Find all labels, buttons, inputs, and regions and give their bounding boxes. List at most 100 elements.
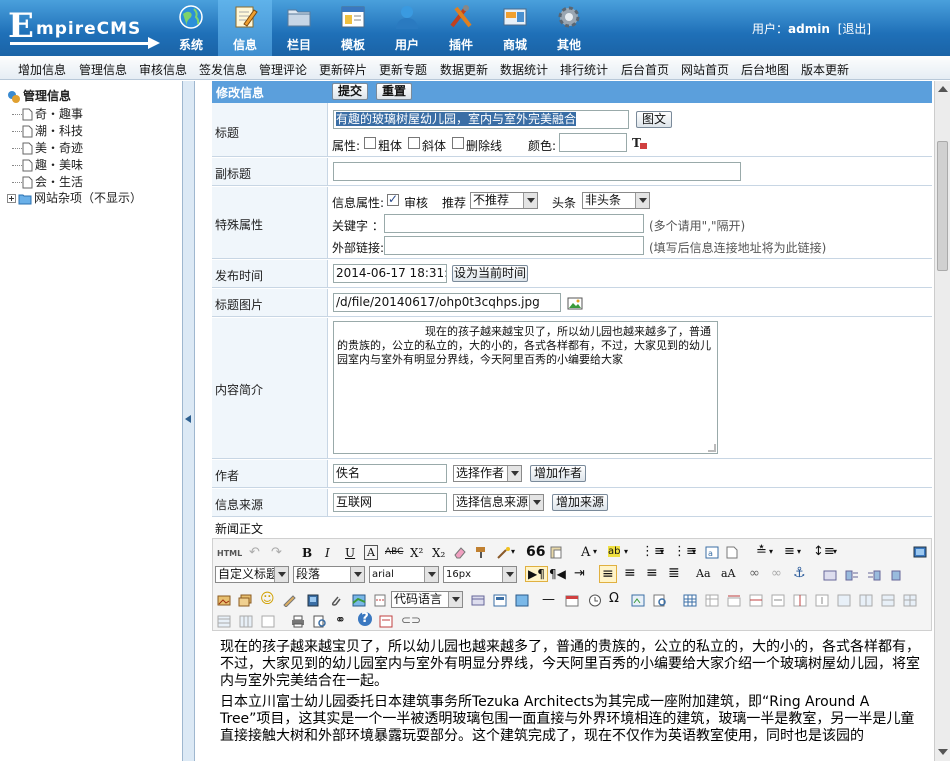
audit-checkbox[interactable] xyxy=(387,192,399,206)
tree-root[interactable]: 管理信息 xyxy=(7,87,71,104)
indent-icon[interactable]: ⇥ xyxy=(574,566,585,581)
font-color-icon[interactable]: A xyxy=(581,545,590,560)
pubtime-input[interactable]: 2014-06-17 18:31:04 xyxy=(333,264,447,283)
print-icon[interactable] xyxy=(291,615,305,628)
tree-item[interactable]: 美・奇迹 xyxy=(12,139,83,156)
submenu-rank-stats[interactable]: 排行统计 xyxy=(560,61,608,78)
strikethrough-icon[interactable]: ABC xyxy=(385,547,403,557)
multi-image-icon[interactable] xyxy=(238,594,252,607)
external-link-input[interactable] xyxy=(384,236,644,255)
source-select[interactable]: 选择信息来源 xyxy=(453,494,544,511)
delete-table-icon[interactable] xyxy=(705,594,719,607)
nav-other[interactable]: 其他 xyxy=(542,0,596,56)
draft-icon[interactable] xyxy=(379,615,393,628)
auto-format-icon[interactable] xyxy=(497,546,511,559)
empirecms-logo[interactable]: E mpireCMS xyxy=(6,6,162,50)
attachment-icon[interactable] xyxy=(329,594,343,607)
insert-col-icon[interactable] xyxy=(793,594,807,607)
custom-heading-select[interactable]: 自定义标题 xyxy=(215,566,289,583)
word-image-icon[interactable] xyxy=(631,594,645,607)
select-image-icon[interactable] xyxy=(567,295,583,311)
scroll-thumb[interactable] xyxy=(937,141,948,271)
split-rows-icon[interactable] xyxy=(217,615,231,628)
link-chain-icon[interactable]: ⊂⊃ xyxy=(401,613,421,627)
font-family-select[interactable]: arial xyxy=(369,566,439,583)
time-icon[interactable] xyxy=(588,594,602,607)
expand-plus-icon[interactable] xyxy=(7,194,16,203)
fullscreen-icon[interactable] xyxy=(913,546,927,559)
merge-down-icon[interactable] xyxy=(881,594,895,607)
bold-checkbox[interactable] xyxy=(364,137,376,149)
merge-cells-icon[interactable] xyxy=(837,594,851,607)
insert-video-icon[interactable] xyxy=(306,594,320,607)
image-left-icon[interactable] xyxy=(845,569,859,582)
delete-row-icon[interactable] xyxy=(771,594,785,607)
keyword-input[interactable] xyxy=(384,214,644,233)
image-center-icon[interactable] xyxy=(889,569,903,582)
line-height-icon[interactable]: ↕≡ xyxy=(813,544,835,559)
split-cells-icon[interactable] xyxy=(903,594,917,607)
nav-plugin[interactable]: 插件 xyxy=(434,0,488,56)
submenu-add-info[interactable]: 增加信息 xyxy=(18,61,66,78)
merge-right-icon[interactable] xyxy=(859,594,873,607)
submenu-update-fragment[interactable]: 更新碎片 xyxy=(319,61,367,78)
search-replace-icon[interactable] xyxy=(653,594,667,607)
horizontal-rule-icon[interactable]: — xyxy=(542,592,555,607)
special-char-icon[interactable]: Ω xyxy=(609,591,619,606)
uppercase-icon[interactable]: Aa xyxy=(696,567,711,580)
chevron-down-icon[interactable]: ▾ xyxy=(593,547,597,556)
insert-paragraph-before-table-icon[interactable] xyxy=(727,594,741,607)
tree-item-misc[interactable]: 网站杂项（不显示） xyxy=(7,189,142,206)
nav-user[interactable]: 用户 xyxy=(380,0,434,56)
date-icon[interactable] xyxy=(565,594,579,607)
panel-splitter[interactable] xyxy=(183,81,195,761)
preview-icon[interactable] xyxy=(313,615,327,628)
insert-image-icon[interactable] xyxy=(217,594,231,607)
color-input[interactable] xyxy=(559,133,627,152)
tree-item[interactable]: 会・生活 xyxy=(12,173,83,190)
subscript-icon[interactable]: X₂ xyxy=(432,546,445,560)
submenu-data-stats[interactable]: 数据统计 xyxy=(500,61,548,78)
eraser-icon[interactable] xyxy=(453,546,467,559)
blockquote-icon[interactable]: 66 xyxy=(526,544,545,560)
unlink-icon[interactable]: ∞ xyxy=(771,566,782,581)
scroll-down-arrow-icon[interactable] xyxy=(938,749,948,755)
resize-handle[interactable] xyxy=(708,444,716,452)
author-input[interactable]: 佚名 xyxy=(333,464,447,483)
editor-content[interactable]: 现在的孩子越来越宝贝了，所以幼儿园也越来越多了，普通的贵族的，公立的私立的，大的… xyxy=(212,631,932,761)
nav-shop[interactable]: 商城 xyxy=(488,0,542,56)
row-spacing-top-icon[interactable]: ≛ xyxy=(756,544,767,559)
chevron-down-icon[interactable]: ▾ xyxy=(624,547,628,556)
superscript-icon[interactable]: X² xyxy=(410,546,423,560)
align-right-icon[interactable]: ≡ xyxy=(646,565,658,581)
chevron-down-icon[interactable]: ▾ xyxy=(833,547,837,556)
submenu-data-update[interactable]: 数据更新 xyxy=(440,61,488,78)
submenu-update-topic[interactable]: 更新专题 xyxy=(379,61,427,78)
italic-checkbox[interactable] xyxy=(408,137,420,149)
color-picker-icon[interactable]: T xyxy=(632,136,648,150)
submenu-site-home[interactable]: 网站首页 xyxy=(681,61,729,78)
submenu-manage-comment[interactable]: 管理评论 xyxy=(259,61,307,78)
submenu-admin-map[interactable]: 后台地图 xyxy=(741,61,789,78)
submenu-audit-info[interactable]: 审核信息 xyxy=(139,61,187,78)
format-brush-icon[interactable] xyxy=(475,546,489,559)
image-right-icon[interactable] xyxy=(867,569,881,582)
chevron-down-icon[interactable]: ▾ xyxy=(660,547,664,556)
headline-select[interactable]: 非头条 xyxy=(582,192,650,209)
align-justify-icon[interactable]: ≣ xyxy=(668,565,680,581)
insert-frame-icon[interactable] xyxy=(471,594,485,607)
page-break-icon[interactable] xyxy=(373,594,387,607)
redo-icon[interactable]: ↷ xyxy=(271,545,282,560)
submenu-manage-info[interactable]: 管理信息 xyxy=(79,61,127,78)
undo-icon[interactable]: ↶ xyxy=(249,545,260,560)
link-icon[interactable]: ∞ xyxy=(749,566,760,581)
paragraph-select[interactable]: 段落 xyxy=(293,566,365,583)
tree-item[interactable]: 趣・美味 xyxy=(12,156,83,173)
select-all-icon[interactable]: a xyxy=(705,546,719,559)
recommend-select[interactable]: 不推荐 xyxy=(470,192,538,209)
add-author-button[interactable]: 增加作者 xyxy=(530,465,586,482)
collapse-arrow-icon[interactable] xyxy=(185,415,191,423)
highlight-color-icon[interactable]: ab xyxy=(608,546,621,557)
set-current-time-button[interactable]: 设为当前时间 xyxy=(452,265,528,282)
insert-table-icon[interactable] xyxy=(683,594,697,607)
